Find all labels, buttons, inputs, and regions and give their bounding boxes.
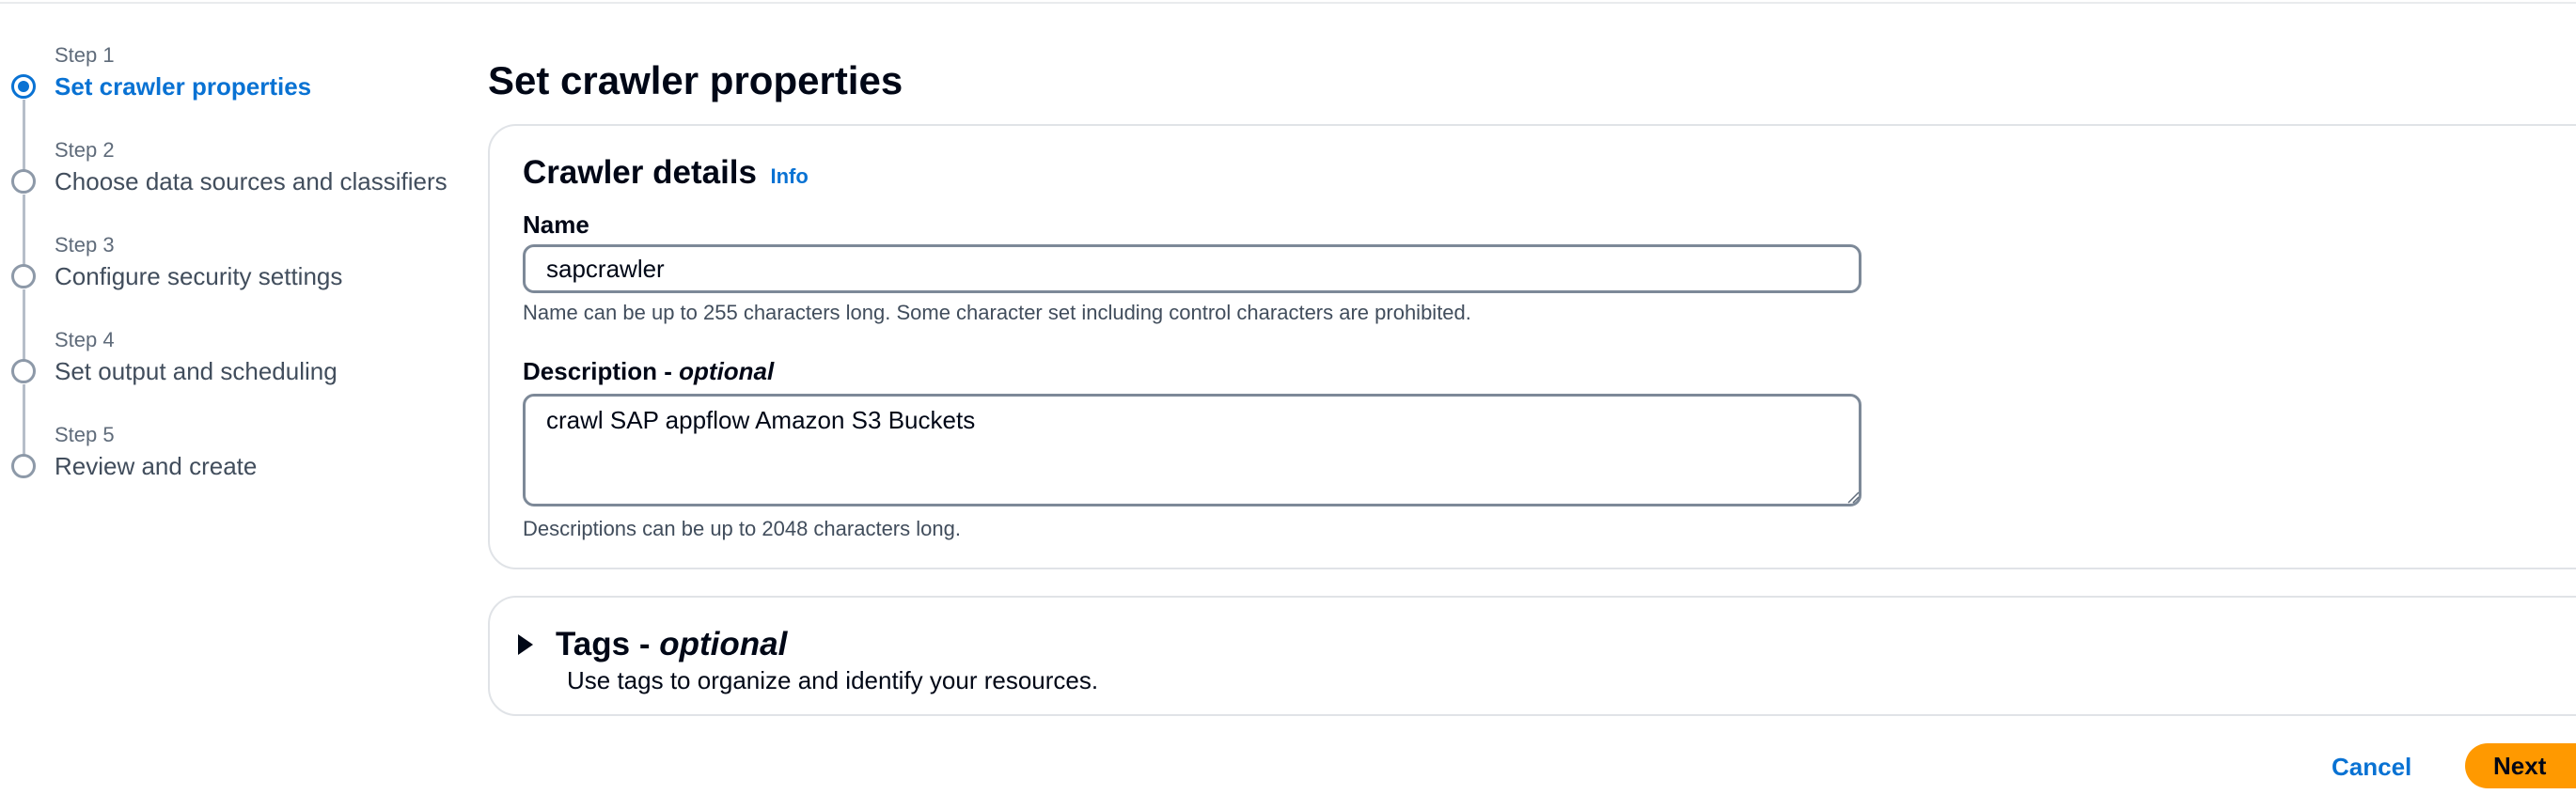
tags-description: Use tags to organize and identify your r… <box>567 666 1099 694</box>
tags-expand-toggle[interactable]: Tags - optional <box>518 626 787 663</box>
tags-heading: Tags - optional <box>556 626 787 663</box>
wizard-step-4[interactable]: Step 4 Set output and scheduling <box>0 322 442 455</box>
description-constraint-hint: Descriptions can be up to 2048 character… <box>523 517 961 540</box>
step-title: Configure security settings <box>55 262 343 290</box>
wizard-step-2[interactable]: Step 2 Choose data sources and classifie… <box>0 132 448 265</box>
step-number: Step 3 <box>55 233 115 257</box>
info-link[interactable]: Info <box>770 164 808 188</box>
resize-handle-icon[interactable] <box>1846 491 1860 504</box>
caret-right-icon <box>518 634 533 655</box>
optional-marker: optional <box>679 357 775 385</box>
step-title: Review and create <box>55 452 258 480</box>
tags-heading-text: Tags - <box>556 626 660 662</box>
wizard-step-5[interactable]: Step 5 Review and create <box>0 417 442 512</box>
step-number: Step 1 <box>55 43 115 67</box>
crawler-details-header: Crawler details Info <box>523 154 809 192</box>
step-indicator-icon <box>11 454 36 478</box>
step-indicator-icon <box>11 264 36 288</box>
optional-marker: optional <box>659 626 788 662</box>
crawler-details-panel: Crawler details Info Name Name can be up… <box>488 124 2576 569</box>
step-indicator-icon <box>11 169 36 194</box>
tags-panel: Tags - optional Use tags to organize and… <box>488 596 2576 716</box>
next-button[interactable]: Next <box>2465 743 2576 788</box>
description-label-text: Description - <box>523 357 680 385</box>
wizard-step-3[interactable]: Step 3 Configure security settings <box>0 227 442 360</box>
step-indicator-icon <box>11 359 36 383</box>
name-label: Name <box>523 210 589 239</box>
name-input[interactable] <box>523 244 1861 293</box>
description-textarea[interactable]: crawl SAP appflow Amazon S3 Buckets <box>523 394 1861 506</box>
wizard-steps: Step 1 Set crawler properties Step 2 Cho… <box>0 38 448 512</box>
cancel-button[interactable]: Cancel <box>2322 745 2421 788</box>
step-title[interactable]: Set crawler properties <box>55 72 311 101</box>
step-title: Set output and scheduling <box>55 357 338 385</box>
step-number: Step 5 <box>55 423 115 446</box>
step-active-indicator-icon <box>11 74 36 99</box>
step-title: Choose data sources and classifiers <box>55 167 448 195</box>
description-label: Description - optional <box>523 357 774 386</box>
step-number: Step 2 <box>55 138 115 162</box>
wizard-step-1[interactable]: Step 1 Set crawler properties <box>0 38 442 170</box>
page-title: Set crawler properties <box>488 58 903 102</box>
step-number: Step 4 <box>55 328 115 351</box>
crawler-details-heading: Crawler details <box>523 154 757 191</box>
name-constraint-hint: Name can be up to 255 characters long. S… <box>523 301 1471 324</box>
top-divider <box>0 0 2576 4</box>
